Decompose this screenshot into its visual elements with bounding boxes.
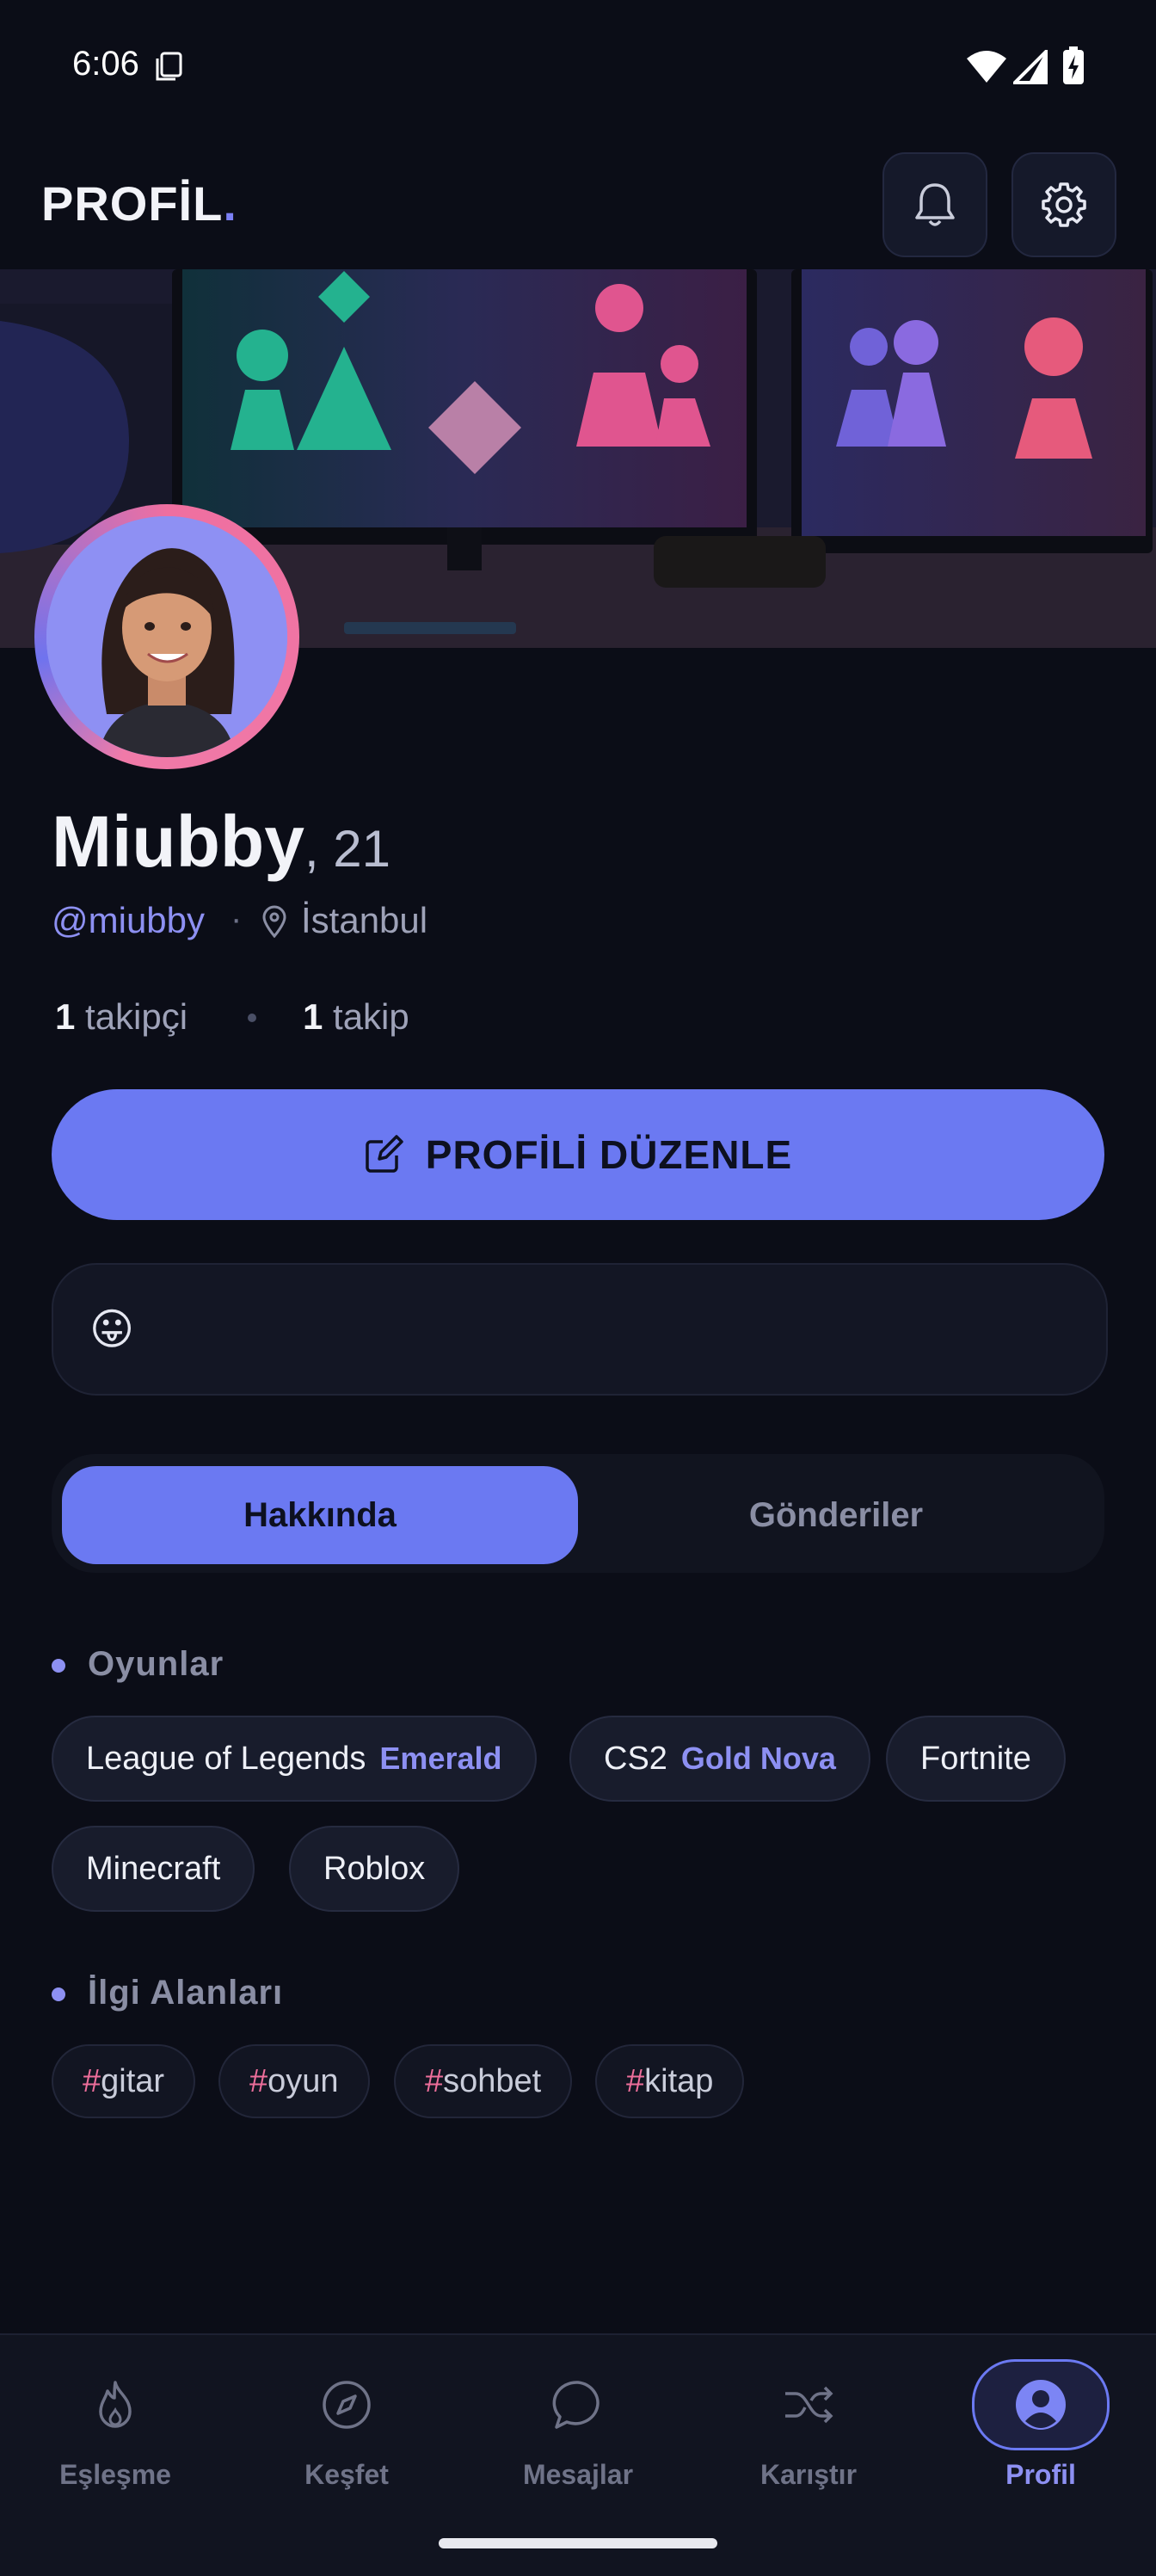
followers-stat[interactable]: 1 takipçi	[55, 996, 188, 1038]
interest-tag-oyun[interactable]: # oyun	[218, 2044, 370, 2118]
game-name: League of Legends	[86, 1740, 366, 1777]
nav-label: Karıştır	[759, 2459, 858, 2490]
title-dot: .	[223, 176, 237, 231]
status-bar: 6:06	[0, 0, 1156, 138]
gear-icon	[1042, 182, 1086, 227]
status-time: 6:06	[72, 45, 139, 83]
game-chip-roblox[interactable]: Roblox	[289, 1826, 460, 1912]
nav-label: Keşfet	[304, 2459, 389, 2490]
home-indicator	[439, 2538, 717, 2548]
shuffle-icon	[785, 2386, 833, 2424]
games-section-title: Oyunlar	[88, 1645, 224, 1683]
bio-status-box[interactable]: 😛	[52, 1263, 1108, 1396]
followers-label: takipçi	[85, 996, 188, 1037]
avatar-illustration	[46, 516, 287, 757]
sim-card-icon	[156, 52, 182, 81]
page-title: PROFİL.	[41, 176, 237, 231]
status-emoji: 😛	[89, 1305, 135, 1353]
avatar-image	[46, 516, 287, 757]
game-name: Minecraft	[86, 1850, 221, 1887]
tag-hash: #	[83, 2062, 101, 2099]
wifi-icon	[967, 51, 1006, 83]
game-chip-fortnite[interactable]: Fortnite	[886, 1716, 1066, 1802]
followers-count: 1	[55, 996, 76, 1037]
tab-posts[interactable]: Gönderiler	[578, 1466, 1094, 1564]
battery-charging-icon	[1063, 46, 1084, 84]
nav-item-kesfet[interactable]: Keşfet	[252, 2357, 441, 2491]
tag-hash: #	[626, 2062, 645, 2099]
following-count: 1	[303, 996, 323, 1037]
notifications-button[interactable]	[882, 152, 987, 257]
following-label: takip	[333, 996, 409, 1037]
following-stat[interactable]: 1 takip	[303, 996, 409, 1038]
page-title-text: PROFİL	[41, 176, 224, 231]
tab-about[interactable]: Hakkında	[62, 1466, 578, 1564]
edit-profile-label: PROFİLİ DÜZENLE	[425, 1132, 793, 1177]
game-chip-cs2[interactable]: CS2 Gold Nova	[569, 1716, 870, 1802]
profile-age: , 21	[304, 820, 391, 878]
tag-text: kitap	[644, 2062, 714, 2099]
interest-tag-kitap[interactable]: # kitap	[595, 2044, 745, 2118]
compass-icon	[323, 2381, 371, 2429]
signal-icon	[1013, 50, 1048, 84]
nav-label: Eşleşme	[59, 2459, 171, 2490]
profile-handle: @miubby	[52, 900, 206, 940]
interests-section-title: İlgi Alanları	[88, 1974, 284, 2012]
nav-label: Mesajlar	[522, 2459, 634, 2490]
interests-section-dot	[52, 1987, 65, 2001]
game-name: Fortnite	[920, 1740, 1031, 1777]
nav-item-profil[interactable]: Profil	[946, 2357, 1135, 2491]
nav-item-mesajlar[interactable]: Mesajlar	[483, 2357, 673, 2491]
nav-active-indicator	[972, 2359, 1110, 2450]
nav-item-eslesme[interactable]: Eşleşme	[21, 2357, 210, 2491]
profile-avatar[interactable]	[34, 504, 299, 769]
game-name: CS2	[604, 1740, 667, 1777]
nav-item-karistir[interactable]: Karıştır	[714, 2357, 903, 2491]
edit-icon	[366, 1135, 403, 1173]
flame-icon	[99, 2381, 132, 2428]
location-pin-icon	[262, 905, 286, 938]
profile-name: Miubby, 21	[52, 800, 390, 884]
info-separator: ·	[231, 900, 243, 938]
user-icon	[1016, 2380, 1066, 2430]
game-chip-minecraft[interactable]: Minecraft	[52, 1826, 255, 1912]
game-chip-league-of-legends[interactable]: League of Legends Emerald	[52, 1716, 537, 1802]
tag-hash: #	[249, 2062, 268, 2099]
nav-label: Profil	[1005, 2459, 1076, 2490]
game-name: Roblox	[323, 1850, 426, 1887]
edit-profile-button[interactable]: PROFİLİ DÜZENLE	[52, 1089, 1104, 1220]
game-rank: Emerald	[379, 1741, 502, 1776]
bell-icon	[915, 183, 955, 226]
tag-hash: #	[425, 2062, 444, 2099]
games-section-dot	[52, 1659, 65, 1673]
tag-text: sohbet	[443, 2062, 542, 2099]
profile-name-text: Miubby	[52, 801, 304, 882]
interest-tag-sohbet[interactable]: # sohbet	[394, 2044, 573, 2118]
stats-divider-dot	[248, 1014, 256, 1022]
tag-text: oyun	[267, 2062, 339, 2099]
tag-text: gitar	[101, 2062, 165, 2099]
profile-location: İstanbul	[301, 900, 428, 940]
game-rank: Gold Nova	[680, 1741, 836, 1776]
chat-bubble-icon	[552, 2381, 600, 2429]
interest-tag-gitar[interactable]: # gitar	[52, 2044, 196, 2118]
settings-button[interactable]	[1012, 152, 1116, 257]
